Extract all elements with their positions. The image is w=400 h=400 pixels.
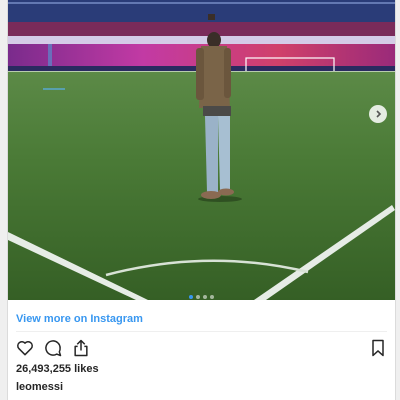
carousel-next-button[interactable] [369, 105, 387, 123]
post-username[interactable]: leomessi [16, 381, 63, 393]
bookmark-icon [372, 339, 384, 357]
instagram-embed-card: View more on Instagram 26,493,255 likes … [7, 0, 396, 400]
action-bar [14, 337, 389, 359]
likes-count: 26,493,255 likes [16, 363, 99, 375]
post-photo[interactable] [8, 0, 395, 300]
heart-outline-icon [17, 340, 33, 356]
share-icon [74, 339, 88, 357]
share-button[interactable] [70, 337, 92, 359]
speech-bubble-icon [45, 340, 62, 357]
carousel-dot [189, 295, 193, 299]
like-button[interactable] [14, 337, 36, 359]
stadium-pitch-image [8, 0, 395, 300]
view-more-link[interactable]: View more on Instagram [16, 308, 386, 330]
carousel-dot [203, 295, 207, 299]
carousel-dot [196, 295, 200, 299]
chevron-right-icon [376, 110, 382, 118]
carousel-indicator [8, 295, 395, 299]
carousel-dot [210, 295, 214, 299]
save-button[interactable] [367, 337, 389, 359]
divider [16, 331, 387, 332]
comment-button[interactable] [42, 337, 64, 359]
